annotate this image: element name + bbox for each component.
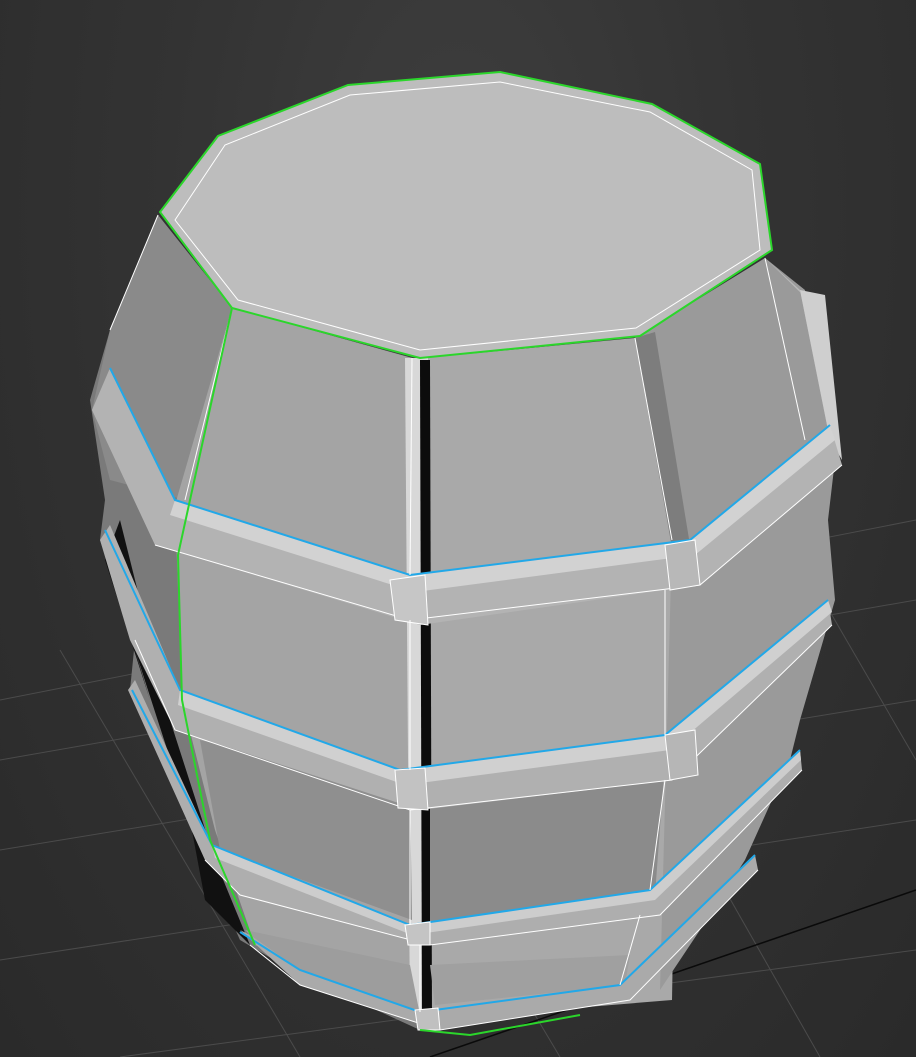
barrel-model-render[interactable] <box>0 0 916 1057</box>
3d-viewport[interactable] <box>0 0 916 1057</box>
